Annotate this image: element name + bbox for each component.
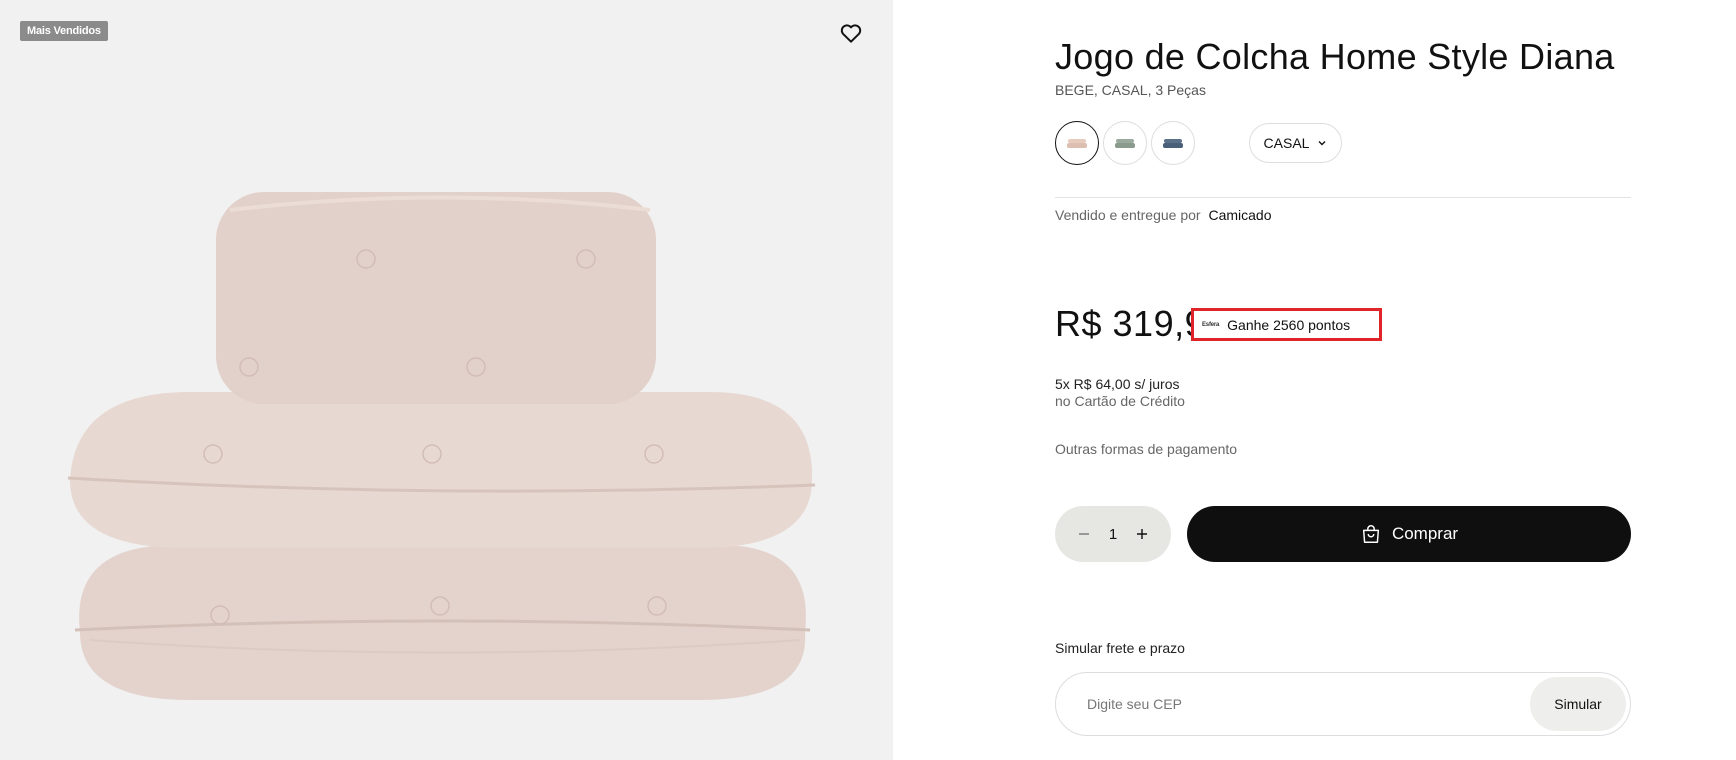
product-gallery: Mais Vendidos (0, 0, 893, 760)
best-seller-badge: Mais Vendidos (20, 21, 108, 41)
product-title: Jogo de Colcha Home Style Diana (1055, 36, 1615, 77)
installment-line-2: no Cartão de Crédito (1055, 393, 1185, 409)
heart-icon[interactable] (838, 20, 864, 46)
swatch-bege[interactable] (1055, 121, 1099, 165)
plus-icon[interactable] (1135, 527, 1149, 541)
quantity-value: 1 (1108, 525, 1118, 543)
other-payment-link[interactable]: Outras formas de pagamento (1055, 441, 1237, 457)
shopping-bag-icon (1362, 525, 1380, 543)
points-text: Ganhe 2560 pontos (1227, 316, 1351, 333)
product-variant-summary: BEGE, CASAL, 3 Peças (1055, 82, 1206, 98)
buy-button[interactable]: Comprar (1187, 506, 1631, 562)
installment-line-1: 5x R$ 64,00 s/ juros (1055, 376, 1180, 392)
installment-info: 5x R$ 64,00 s/ juros no Cartão de Crédit… (1055, 376, 1185, 410)
product-image[interactable] (0, 0, 893, 760)
swatch-verde-thumb (1115, 139, 1135, 148)
swatch-verde[interactable] (1103, 121, 1147, 165)
minus-icon[interactable] (1077, 527, 1091, 541)
chevron-down-icon (1318, 141, 1326, 146)
cep-field: Simular (1055, 672, 1631, 736)
size-select[interactable]: CASAL (1249, 123, 1342, 163)
seller-info: Vendido e entregue por Camicado (1055, 207, 1272, 223)
seller-prefix: Vendido e entregue por (1055, 207, 1201, 223)
shipping-label: Simular frete e prazo (1055, 640, 1185, 656)
swatch-azul-thumb (1163, 139, 1183, 148)
product-details: Jogo de Colcha Home Style Diana BEGE, CA… (1055, 0, 1631, 760)
seller-name[interactable]: Camicado (1208, 207, 1271, 223)
quantity-stepper: 1 (1055, 506, 1171, 562)
buy-button-label: Comprar (1391, 524, 1459, 543)
divider (1055, 197, 1631, 198)
swatch-azul[interactable] (1151, 121, 1195, 165)
color-swatches (1055, 121, 1195, 165)
swatch-bege-thumb (1067, 139, 1087, 148)
esfera-logo: Esfera (1202, 321, 1220, 328)
points-badge: Esfera Ganhe 2560 pontos (1191, 308, 1382, 341)
simulate-button[interactable]: Simular (1530, 677, 1626, 731)
size-select-value: CASAL (1263, 135, 1310, 151)
cep-input[interactable] (1087, 696, 1487, 712)
